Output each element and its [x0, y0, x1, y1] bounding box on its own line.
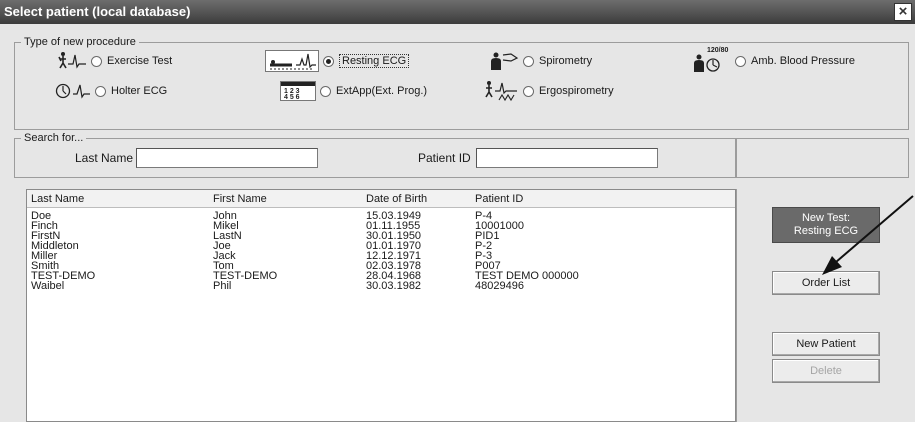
ext-app-radio[interactable] — [320, 85, 331, 97]
ergospirometry-icon — [483, 80, 519, 102]
new-patient-button[interactable]: New Patient — [772, 332, 880, 356]
spirometry-icon — [489, 51, 519, 71]
patient-id-input[interactable] — [476, 148, 658, 168]
close-button[interactable]: × — [894, 3, 912, 21]
option-spirometry[interactable]: Spirometry — [489, 51, 592, 71]
order-list-button[interactable]: Order List — [772, 271, 880, 295]
amb-blood-pressure-label: Amb. Blood Pressure — [751, 55, 855, 67]
option-ergospirometry[interactable]: Ergospirometry — [483, 80, 614, 102]
column-header-patient-id[interactable]: Patient ID — [475, 193, 523, 205]
resting-ecg-radio[interactable] — [323, 55, 334, 67]
right-pane-divider — [736, 189, 737, 422]
column-header-date-of-birth[interactable]: Date of Birth — [366, 193, 427, 205]
table-row[interactable]: Waibel Phil 30.03.1982 48029496 — [27, 280, 735, 292]
column-header-last-name[interactable]: Last Name — [31, 193, 84, 205]
exercise-test-label: Exercise Test — [107, 55, 173, 67]
resting-ecg-label: Resting ECG — [339, 54, 410, 68]
holter-ecg-radio[interactable] — [95, 85, 106, 97]
new-test-button-line1: New Test: — [801, 212, 851, 224]
patient-list-header: Last Name First Name Date of Birth Patie… — [27, 190, 735, 208]
ergospirometry-radio[interactable] — [523, 85, 534, 97]
window-titlebar: Select patient (local database) × — [0, 0, 915, 24]
option-resting-ecg[interactable]: Resting ECG — [265, 50, 410, 72]
holter-ecg-label: Holter ECG — [111, 85, 168, 97]
procedure-group: Type of new procedure Exercise Test Rest… — [14, 36, 909, 130]
new-test-button-line2: Resting ECG — [793, 225, 859, 237]
ext-app-label: ExtApp(Ext. Prog.) — [336, 85, 428, 97]
cell-patient-id: 48029496 — [475, 280, 524, 292]
spirometry-radio[interactable] — [523, 55, 534, 67]
option-amb-blood-pressure[interactable]: 120/80 Amb. Blood Pressure — [691, 47, 855, 73]
delete-button[interactable]: Delete — [772, 359, 880, 383]
search-group-legend: Search for... — [21, 132, 87, 144]
cell-date-of-birth: 30.03.1982 — [366, 280, 422, 292]
procedure-group-legend: Type of new procedure — [21, 36, 139, 48]
window-title: Select patient (local database) — [4, 4, 191, 19]
last-name-label: Last Name — [75, 151, 134, 165]
blood-pressure-icon-text: 120/80 — [707, 47, 729, 54]
svg-text:4 5 6: 4 5 6 — [284, 94, 300, 100]
dialog-body: Type of new procedure Exercise Test Rest… — [0, 24, 915, 422]
ergospirometry-label: Ergospirometry — [539, 85, 614, 97]
holter-ecg-icon — [55, 81, 91, 101]
option-exercise-test[interactable]: Exercise Test — [57, 51, 172, 71]
amb-blood-pressure-radio[interactable] — [735, 55, 746, 67]
cell-last-name: Waibel — [31, 280, 65, 292]
resting-ecg-icon — [265, 50, 319, 72]
column-header-first-name[interactable]: First Name — [213, 193, 267, 205]
search-group: Search for... Last Name Patient ID — [14, 132, 736, 178]
patient-list[interactable]: Last Name First Name Date of Birth Patie… — [26, 189, 736, 422]
last-name-input[interactable] — [136, 148, 318, 168]
blood-pressure-icon: 120/80 — [691, 47, 731, 73]
exercise-test-radio[interactable] — [91, 55, 102, 67]
ext-app-icon: 1 2 34 5 6 — [280, 81, 316, 101]
spirometry-label: Spirometry — [539, 55, 593, 67]
close-icon: × — [898, 3, 908, 20]
option-ext-app[interactable]: 1 2 34 5 6 ExtApp(Ext. Prog.) — [280, 81, 427, 101]
patient-id-label: Patient ID — [418, 151, 471, 165]
right-pane-frame — [736, 138, 909, 178]
cell-first-name: Phil — [213, 280, 232, 292]
option-holter-ecg[interactable]: Holter ECG — [55, 81, 167, 101]
exercise-ecg-icon — [57, 51, 87, 71]
new-test-button[interactable]: New Test: Resting ECG — [772, 207, 880, 243]
